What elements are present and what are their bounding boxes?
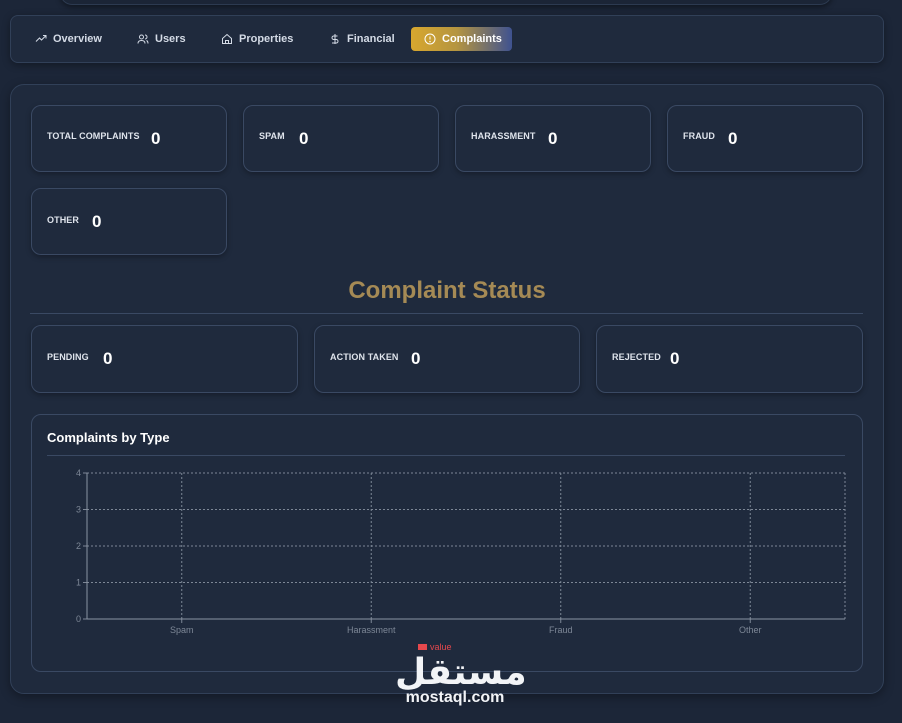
- complaints-panel: TOTAL COMPLAINTS 0 SPAM 0 HARASSMENT 0 F…: [10, 84, 884, 694]
- stat-label: HARASSMENT: [471, 131, 536, 141]
- status-label: PENDING: [47, 352, 89, 362]
- tab-financial[interactable]: Financial: [321, 27, 403, 51]
- home-icon: [222, 33, 232, 44]
- status-card-action-taken: ACTION TAKEN 0: [314, 325, 580, 393]
- status-card-rejected: REJECTED 0: [596, 325, 863, 393]
- tab-users-label: Users: [155, 33, 186, 45]
- tab-users[interactable]: Users: [129, 27, 194, 51]
- section-divider: [30, 313, 863, 314]
- tab-bar: Overview Users Properties Financial Comp…: [10, 15, 884, 63]
- watermark-arabic: مستقل: [395, 652, 527, 693]
- status-label: REJECTED: [612, 352, 661, 362]
- tab-financial-label: Financial: [347, 33, 395, 45]
- stat-card-total: TOTAL COMPLAINTS 0: [31, 105, 227, 172]
- tab-complaints[interactable]: Complaints: [411, 27, 512, 51]
- tab-overview[interactable]: Overview: [27, 27, 110, 51]
- y-tick-label: 3: [76, 505, 81, 515]
- y-tick-label: 4: [76, 468, 81, 478]
- stat-label: TOTAL COMPLAINTS: [47, 131, 140, 141]
- complaints-bar-chart: 0 1 2 3 4 Spam Harassment Fraud Other value: [76, 468, 846, 652]
- status-card-pending: PENDING 0: [31, 325, 298, 393]
- tab-complaints-label: Complaints: [442, 33, 502, 45]
- dollar-icon: [331, 34, 339, 44]
- tab-overview-label: Overview: [53, 33, 102, 45]
- x-tick-label: Harassment: [347, 625, 396, 635]
- stat-value: 0: [92, 212, 102, 231]
- status-value: 0: [670, 349, 680, 368]
- trend-up-icon: [35, 35, 47, 42]
- stat-value: 0: [299, 129, 309, 148]
- x-tick-label: Spam: [170, 625, 194, 635]
- y-tick-label: 2: [76, 541, 81, 551]
- stat-card-spam: SPAM 0: [243, 105, 439, 172]
- top-header-remnant: [60, 0, 832, 5]
- stat-card-harassment: HARASSMENT 0: [455, 105, 651, 172]
- chart-title: Complaints by Type: [47, 430, 170, 445]
- chart-divider: [47, 455, 845, 456]
- tab-properties-label: Properties: [239, 33, 294, 45]
- stat-value: 0: [728, 129, 738, 148]
- watermark-logo: مستقل mostaql.com: [395, 652, 527, 707]
- x-tick-label: Fraud: [549, 625, 573, 635]
- users-icon: [137, 34, 149, 44]
- stat-label: SPAM: [259, 131, 285, 141]
- stat-label: OTHER: [47, 215, 79, 225]
- y-tick-label: 1: [76, 578, 81, 588]
- tab-properties[interactable]: Properties: [213, 27, 301, 51]
- legend-swatch: [418, 644, 427, 650]
- status-label: ACTION TAKEN: [330, 352, 399, 362]
- section-title-complaint-status: Complaint Status: [348, 277, 546, 304]
- stat-value: 0: [151, 129, 161, 148]
- status-value: 0: [103, 349, 113, 368]
- x-tick-label: Other: [739, 625, 762, 635]
- alert-circle-icon: [424, 33, 436, 45]
- stat-card-fraud: FRAUD 0: [667, 105, 863, 172]
- stat-label: FRAUD: [683, 131, 715, 141]
- status-value: 0: [411, 349, 421, 368]
- stat-card-other: OTHER 0: [31, 188, 227, 255]
- chart-card: Complaints by Type 0 1 2 3 4 Spam Harassment Fr…: [31, 414, 863, 672]
- y-tick-label: 0: [76, 614, 81, 624]
- legend-label: value: [430, 642, 452, 652]
- watermark-latin: mostaql.com: [405, 689, 505, 706]
- stat-value: 0: [548, 129, 558, 148]
